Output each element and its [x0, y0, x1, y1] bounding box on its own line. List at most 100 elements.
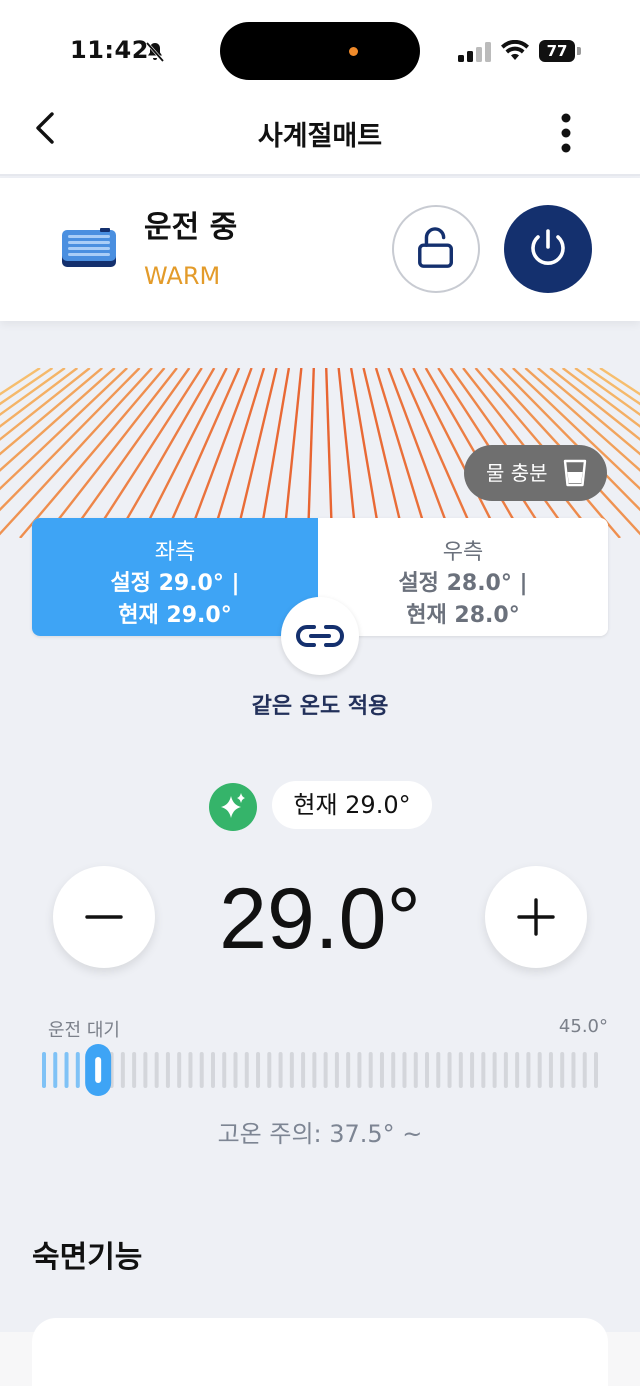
plus-icon	[517, 898, 555, 936]
slider-tick	[278, 1052, 283, 1088]
slider-tick	[413, 1052, 418, 1088]
slider-knob-grip	[95, 1057, 102, 1083]
operation-status: 운전 중	[144, 210, 238, 245]
left-side-name: 좌측	[154, 540, 196, 565]
slider-tick	[402, 1052, 407, 1088]
status-time: 11:42	[70, 36, 149, 64]
power-button[interactable]	[504, 205, 592, 293]
slider-tick	[515, 1052, 520, 1088]
increase-temp-button[interactable]	[485, 866, 587, 968]
range-min-label: 운전 대기	[48, 1020, 120, 1041]
sparkle-icon	[209, 783, 257, 831]
left-side-set: 설정 29.0° |	[110, 571, 240, 596]
device-status-card: 운전 중 WARM	[0, 178, 640, 321]
slider-tick	[64, 1052, 69, 1088]
right-side-set: 설정 28.0° |	[398, 571, 528, 596]
dynamic-island	[220, 22, 420, 80]
slider-tick	[526, 1052, 531, 1088]
heat-ray	[337, 368, 358, 538]
slider-tick	[537, 1052, 542, 1088]
battery-indicator: 77	[539, 40, 575, 62]
slider-tick	[256, 1052, 261, 1088]
slider-tick	[289, 1052, 294, 1088]
apply-same-temp-label[interactable]: 같은 온도 적용	[0, 688, 640, 720]
slider-tick	[75, 1052, 80, 1088]
slider-tick	[132, 1052, 137, 1088]
slider-tick	[312, 1052, 317, 1088]
slider-tick	[53, 1052, 58, 1088]
slider-tick	[560, 1052, 565, 1088]
slider-tick	[154, 1052, 159, 1088]
sleep-function-card[interactable]	[32, 1318, 608, 1386]
water-level-label: 물 충분	[486, 461, 548, 485]
slider-tick	[425, 1052, 430, 1088]
slider-tick	[210, 1052, 215, 1088]
slider-tick	[267, 1052, 272, 1088]
tab-left-side[interactable]: 좌측 설정 29.0° | 현재 29.0°	[32, 518, 318, 636]
slider-tick	[492, 1052, 497, 1088]
mat-icon	[62, 228, 116, 267]
right-side-name: 우측	[442, 540, 484, 565]
more-icon[interactable]	[552, 110, 580, 156]
slider-tick	[222, 1052, 227, 1088]
link-sides-button[interactable]	[281, 597, 359, 675]
battery-tip	[577, 47, 581, 55]
heat-ray	[399, 368, 478, 538]
slider-tick	[458, 1052, 463, 1088]
slider-tick	[244, 1052, 249, 1088]
slider-tick	[447, 1052, 452, 1088]
slider-tick	[42, 1052, 46, 1088]
slider-tick	[582, 1052, 587, 1088]
status-bar: 11:42 77	[0, 0, 640, 96]
temperature-slider[interactable]	[40, 1044, 602, 1096]
slider-tick	[188, 1052, 193, 1088]
current-temp-chip: 현재 29.0°	[272, 781, 432, 829]
sleep-function-title: 숙면기능	[32, 1240, 143, 1275]
mode-label: WARM	[144, 262, 221, 290]
slider-tick	[233, 1052, 238, 1088]
heat-ray	[90, 368, 203, 538]
slider-tick	[165, 1052, 170, 1088]
heat-ray	[349, 368, 382, 538]
tab-right-side[interactable]: 우측 설정 28.0° | 현재 28.0°	[318, 518, 608, 636]
heat-ray	[114, 368, 216, 538]
set-temperature: 29.0°	[219, 871, 421, 967]
slider-tick	[177, 1052, 182, 1088]
slider-tick	[379, 1052, 384, 1088]
heat-ray	[282, 368, 303, 538]
wifi-icon	[501, 40, 529, 60]
page-title: 사계절매트	[257, 121, 383, 152]
heat-ray	[258, 368, 291, 538]
slider-tick	[346, 1052, 351, 1088]
slider-tick	[571, 1052, 576, 1088]
slider-tick	[143, 1052, 148, 1088]
slider-tick	[120, 1052, 125, 1088]
bell-off-icon	[145, 42, 165, 62]
heat-ray	[138, 368, 228, 538]
right-side-current: 현재 28.0°	[406, 603, 520, 628]
unlock-icon	[418, 227, 453, 268]
water-level-badge: 물 충분	[464, 445, 607, 501]
lock-button[interactable]	[392, 205, 480, 293]
slider-tick	[301, 1052, 306, 1088]
heat-ray	[162, 368, 241, 538]
slider-tick	[199, 1052, 204, 1088]
slider-tick	[470, 1052, 475, 1088]
slider-tick	[481, 1052, 486, 1088]
slider-tick	[548, 1052, 553, 1088]
left-side-current: 현재 29.0°	[118, 603, 232, 628]
heat-ray	[325, 368, 334, 538]
high-temp-warning: 고온 주의: 37.5° ~	[217, 1120, 423, 1148]
power-icon	[531, 229, 565, 265]
slider-tick	[391, 1052, 396, 1088]
decrease-temp-button[interactable]	[53, 866, 155, 968]
slider-tick	[436, 1052, 441, 1088]
link-icon	[296, 625, 344, 647]
nav-bar: 사계절매트	[0, 96, 640, 176]
slider-tick	[323, 1052, 328, 1088]
slider-tick	[503, 1052, 508, 1088]
slider-tick	[594, 1052, 598, 1088]
range-max-label: 45.0°	[558, 1016, 608, 1037]
water-cup-icon	[563, 459, 587, 487]
recording-dot-icon	[349, 47, 358, 56]
